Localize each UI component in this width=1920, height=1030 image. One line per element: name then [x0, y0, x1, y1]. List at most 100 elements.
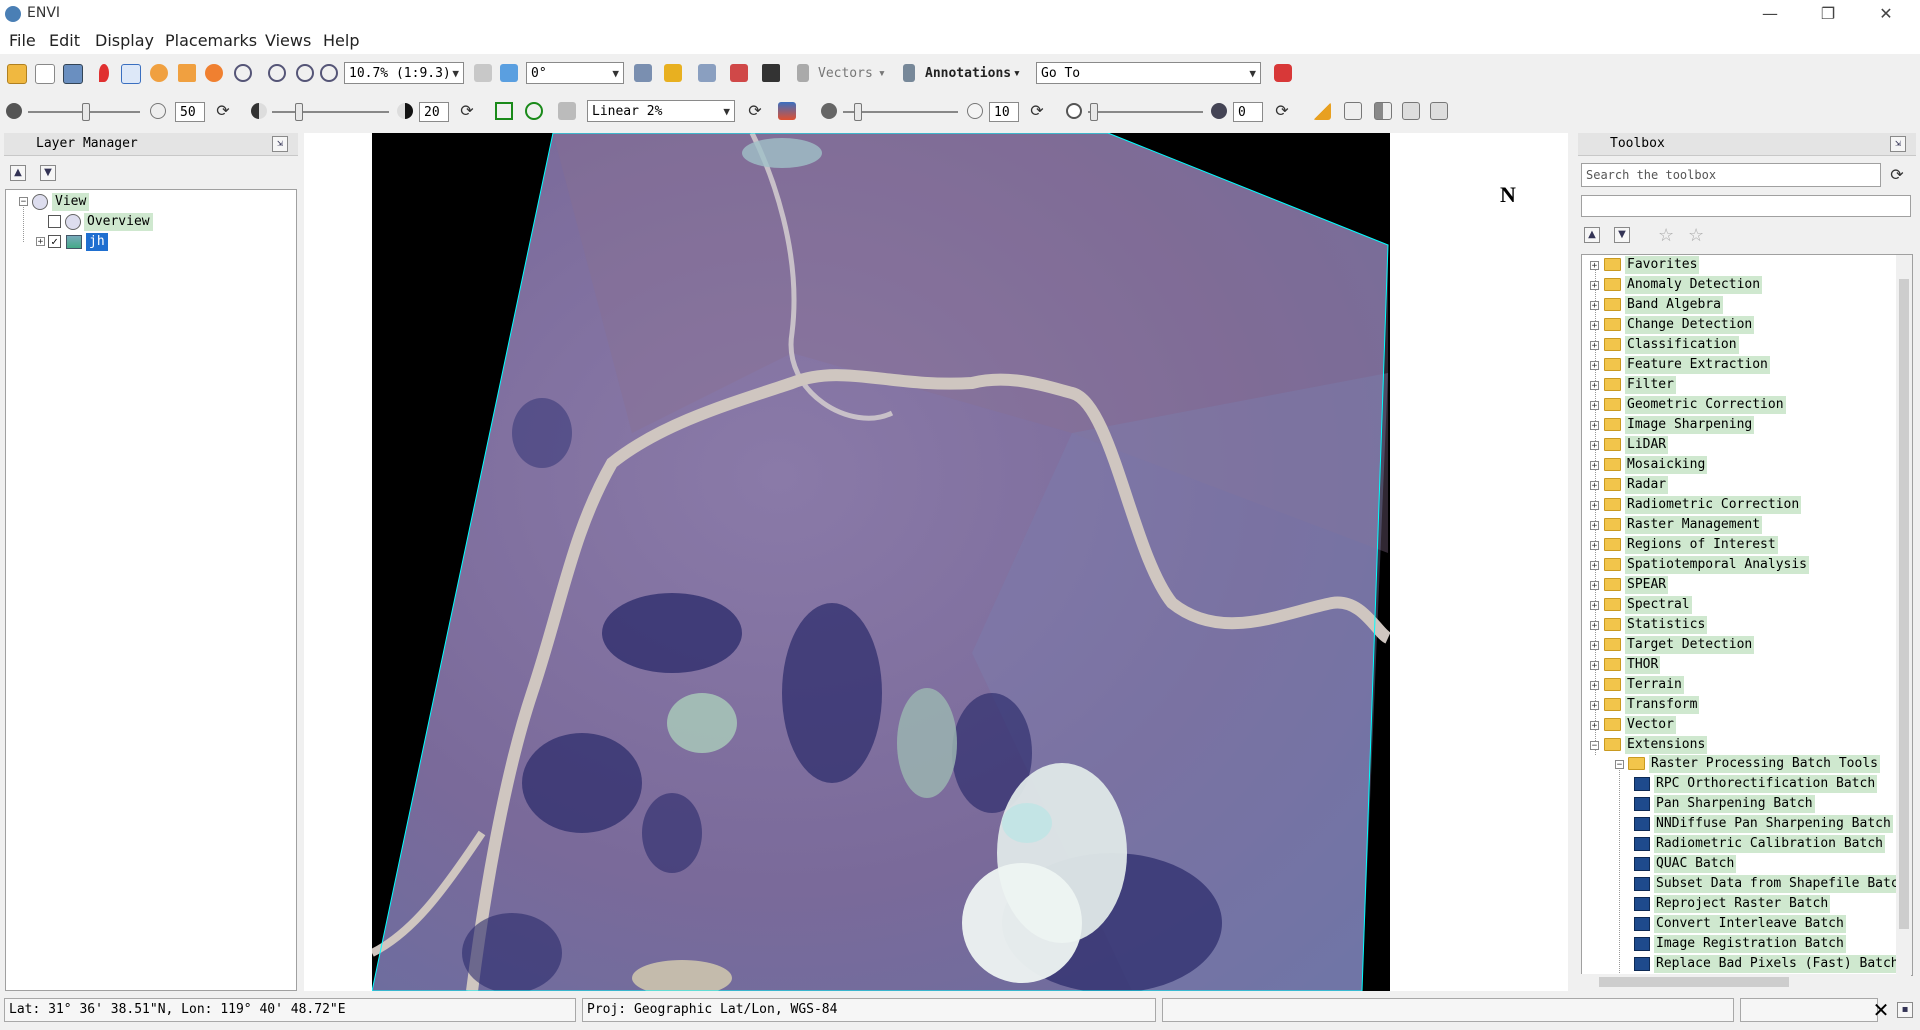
tree-node-category[interactable]: + Image Sharpening	[1590, 415, 1890, 435]
tree-node-category[interactable]: + Terrain	[1590, 675, 1890, 695]
annotations-dropdown[interactable]: Annotations	[925, 66, 1011, 81]
expand-icon[interactable]: +	[1590, 541, 1599, 551]
tree-node-tool[interactable]: RPC Orthorectification Batch	[1634, 774, 1896, 794]
expand-icon[interactable]: +	[1590, 641, 1599, 651]
annotations-icon[interactable]	[903, 64, 915, 82]
contrast-slider-track[interactable]	[272, 111, 389, 113]
transparency-slider-track[interactable]	[1088, 111, 1203, 113]
expand-icon[interactable]: +	[1590, 361, 1599, 371]
undock-icon[interactable]: ⇲	[1890, 136, 1906, 152]
expand-icon[interactable]: +	[1590, 521, 1599, 531]
expand-icon[interactable]: +	[1590, 701, 1599, 711]
tree-node-category[interactable]: + Regions of Interest	[1590, 535, 1890, 555]
tree-node-category[interactable]: + Raster Management	[1590, 515, 1890, 535]
stretch-type-icon[interactable]	[558, 102, 576, 120]
menu-edit[interactable]: Edit	[49, 31, 80, 50]
brightness-slider-thumb[interactable]	[82, 103, 90, 121]
menu-help[interactable]: Help	[323, 31, 359, 50]
expand-all-icon[interactable]: ▼	[40, 165, 56, 181]
toolbox-vscrollbar[interactable]	[1896, 255, 1912, 975]
search-results-field[interactable]	[1581, 195, 1911, 217]
expand-icon[interactable]: +	[1590, 281, 1599, 291]
reset-transparency-icon[interactable]: ⟳	[1273, 102, 1291, 120]
view-swipe-icon[interactable]	[1402, 102, 1420, 120]
view-flicker-icon[interactable]	[1374, 102, 1392, 120]
tree-node-category[interactable]: + THOR	[1590, 655, 1890, 675]
tree-node-category[interactable]: + Radar	[1590, 475, 1890, 495]
minimize-button[interactable]: —	[1748, 2, 1792, 26]
stretch-full-icon[interactable]	[495, 102, 513, 120]
expand-icon[interactable]: +	[1590, 421, 1599, 431]
tree-node-jh[interactable]: + ✓ jh	[36, 233, 286, 251]
tree-node-tool[interactable]: Pan Sharpening Batch	[1634, 794, 1896, 814]
sharpen-value[interactable]: 10	[989, 102, 1019, 122]
zoom-out-icon[interactable]	[296, 64, 314, 82]
rotate-icon[interactable]	[205, 64, 223, 82]
collapse-all-icon[interactable]: ▲	[1584, 227, 1600, 243]
toolbox-hscrollbar[interactable]	[1581, 974, 1911, 990]
tree-node-category[interactable]: + Classification	[1590, 335, 1890, 355]
expand-icon[interactable]: +	[1590, 501, 1599, 511]
collapse-icon[interactable]: −	[19, 197, 28, 207]
select-cursor-icon[interactable]	[121, 64, 141, 84]
transparency-slider-thumb[interactable]	[1090, 103, 1098, 121]
brightness-value[interactable]: 50	[175, 102, 205, 122]
reset-sharpen-icon[interactable]: ⟳	[1028, 102, 1046, 120]
close-button[interactable]: ✕	[1864, 2, 1908, 26]
stretch-combo[interactable]: Linear 2% ▼	[587, 100, 735, 122]
cursor-value-icon[interactable]	[762, 64, 780, 82]
undock-icon[interactable]: ⇲	[272, 136, 288, 152]
tree-node-category[interactable]: + Band Algebra	[1590, 295, 1890, 315]
expand-icon[interactable]: +	[36, 237, 45, 247]
expand-icon[interactable]: +	[1590, 301, 1599, 311]
expand-icon[interactable]: +	[1590, 441, 1599, 451]
portal-icon[interactable]	[1313, 102, 1331, 120]
contrast-slider-thumb[interactable]	[295, 103, 303, 121]
tree-node-overview[interactable]: Overview	[46, 213, 286, 231]
expand-icon[interactable]: +	[1590, 661, 1599, 671]
measure-icon[interactable]	[698, 64, 716, 82]
vector-create-icon[interactable]	[730, 64, 748, 82]
expand-icon[interactable]: +	[1590, 681, 1599, 691]
tree-node-tool[interactable]: Image Registration Batch	[1634, 934, 1896, 954]
expand-icon[interactable]: +	[1590, 481, 1599, 491]
tree-node-tool[interactable]: Replace Bad Pixels (Fast) Batch	[1634, 954, 1896, 974]
cancel-process-icon[interactable]: ✕	[1870, 998, 1892, 1022]
expand-icon[interactable]: +	[1590, 621, 1599, 631]
toolbox-hscroll-thumb[interactable]	[1599, 977, 1789, 987]
tree-node-raster-batch-tools[interactable]: − Raster Processing Batch Tools	[1612, 754, 1912, 774]
satellite-image[interactable]	[370, 131, 1392, 996]
process-manager-icon[interactable]: ▪	[1897, 1002, 1913, 1018]
expand-all-icon[interactable]: ▼	[1614, 227, 1630, 243]
menu-placemarks[interactable]: Placemarks	[165, 31, 257, 50]
reset-brightness-icon[interactable]: ⟳	[214, 102, 232, 120]
collapse-all-icon[interactable]: ▲	[10, 165, 26, 181]
zoom-icon[interactable]	[234, 64, 252, 82]
expand-icon[interactable]: +	[1590, 341, 1599, 351]
expand-icon[interactable]: +	[1590, 721, 1599, 731]
tree-node-view[interactable]: − View	[14, 193, 294, 211]
view-layout-icon[interactable]	[1430, 102, 1448, 120]
tree-node-category[interactable]: + Spectral	[1590, 595, 1890, 615]
expand-icon[interactable]: +	[1590, 461, 1599, 471]
expand-icon[interactable]: +	[1590, 261, 1599, 271]
zoom-level-combo[interactable]: 10.7% (1:9.3) ▼	[344, 62, 464, 84]
view-blend-icon[interactable]	[1344, 102, 1362, 120]
toolbox-search-input[interactable]: Search the toolbox	[1581, 163, 1881, 187]
expand-icon[interactable]: +	[1590, 561, 1599, 571]
tree-node-category[interactable]: + Transform	[1590, 695, 1890, 715]
tree-node-category[interactable]: + Geometric Correction	[1590, 395, 1890, 415]
tree-node-tool[interactable]: Reproject Raster Batch	[1634, 894, 1896, 914]
tree-node-tool[interactable]: QUAC Batch	[1634, 854, 1896, 874]
rotate-left-icon[interactable]	[474, 64, 492, 82]
tree-node-category[interactable]: + Radiometric Correction	[1590, 495, 1890, 515]
placemark-icon[interactable]	[99, 64, 109, 82]
collapse-icon[interactable]: −	[1590, 741, 1599, 751]
contrast-value[interactable]: 20	[419, 102, 449, 122]
tree-node-tool[interactable]: Convert Interleave Batch	[1634, 914, 1896, 934]
transparency-value[interactable]: 0	[1233, 102, 1263, 122]
tree-node-category[interactable]: + LiDAR	[1590, 435, 1890, 455]
menu-display[interactable]: Display	[95, 31, 154, 50]
open-file-icon[interactable]	[7, 64, 27, 84]
favorite-star-icon[interactable]: ☆	[1658, 225, 1674, 246]
